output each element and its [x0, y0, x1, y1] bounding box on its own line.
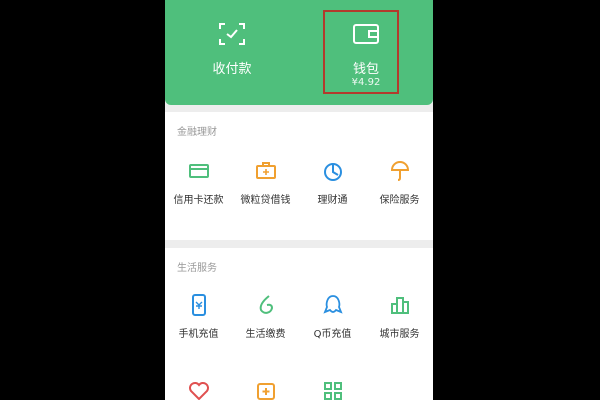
wealth-icon [323, 163, 342, 181]
qcoin-icon [322, 295, 343, 314]
receive-pay-button[interactable]: 收付款 [165, 0, 299, 105]
wallet-header: 收付款 钱包 ¥4.92 [165, 0, 433, 105]
grid-item-insurance[interactable]: 保险服务 [366, 160, 433, 206]
utility-label: 生活缴费 [245, 329, 286, 340]
qcoin-label: Q币充值 [313, 329, 352, 340]
credit-card-repay-label: 信用卡还款 [173, 195, 224, 206]
loan-icon [255, 162, 276, 179]
loan-label: 微粒贷借钱 [240, 195, 291, 206]
finance-section: 金融理财 信用卡还款 微粒贷借钱 理财通 保险服务 [165, 112, 433, 240]
life-section: 生活服务 手机充值 生活缴费 Q币充值 城市服务 [165, 248, 433, 400]
credit-card-icon [188, 164, 209, 178]
utility-icon [259, 295, 273, 314]
heart-icon [188, 382, 209, 400]
grid-item-utility[interactable]: 生活缴费 [232, 294, 299, 340]
grid-item-loan[interactable]: 微粒贷借钱 [232, 160, 299, 206]
grid-item-city[interactable]: 城市服务 [366, 294, 433, 340]
grid-item-credit-card-repay[interactable]: 信用卡还款 [165, 160, 232, 206]
scan-pay-icon [219, 23, 245, 45]
life-section-title: 生活服务 [177, 263, 217, 274]
grid-item-medical[interactable] [232, 380, 299, 400]
insurance-icon [390, 161, 409, 181]
phone-topup-icon [191, 294, 206, 316]
grid-item-phone-topup[interactable]: 手机充值 [165, 294, 232, 340]
wallet-highlight-box [323, 10, 399, 94]
grid-item-charity[interactable] [165, 380, 232, 400]
finance-section-title: 金融理财 [177, 127, 217, 138]
grid-item-wealth[interactable]: 理财通 [299, 160, 366, 206]
insurance-label: 保险服务 [379, 195, 420, 206]
plus-box-icon [256, 383, 275, 400]
grid-item-more[interactable] [299, 380, 366, 400]
city-icon [390, 297, 409, 314]
receive-pay-label: 收付款 [212, 62, 252, 77]
grid-item-qcoin[interactable]: Q币充值 [299, 294, 366, 340]
grid-icon [323, 382, 342, 400]
city-label: 城市服务 [379, 329, 420, 340]
phone-screen: 收付款 钱包 ¥4.92 金融理财 信用卡还款 微粒贷借钱 理财通 保险服务 生… [165, 0, 433, 400]
wealth-label: 理财通 [317, 195, 348, 206]
phone-topup-label: 手机充值 [178, 329, 219, 340]
